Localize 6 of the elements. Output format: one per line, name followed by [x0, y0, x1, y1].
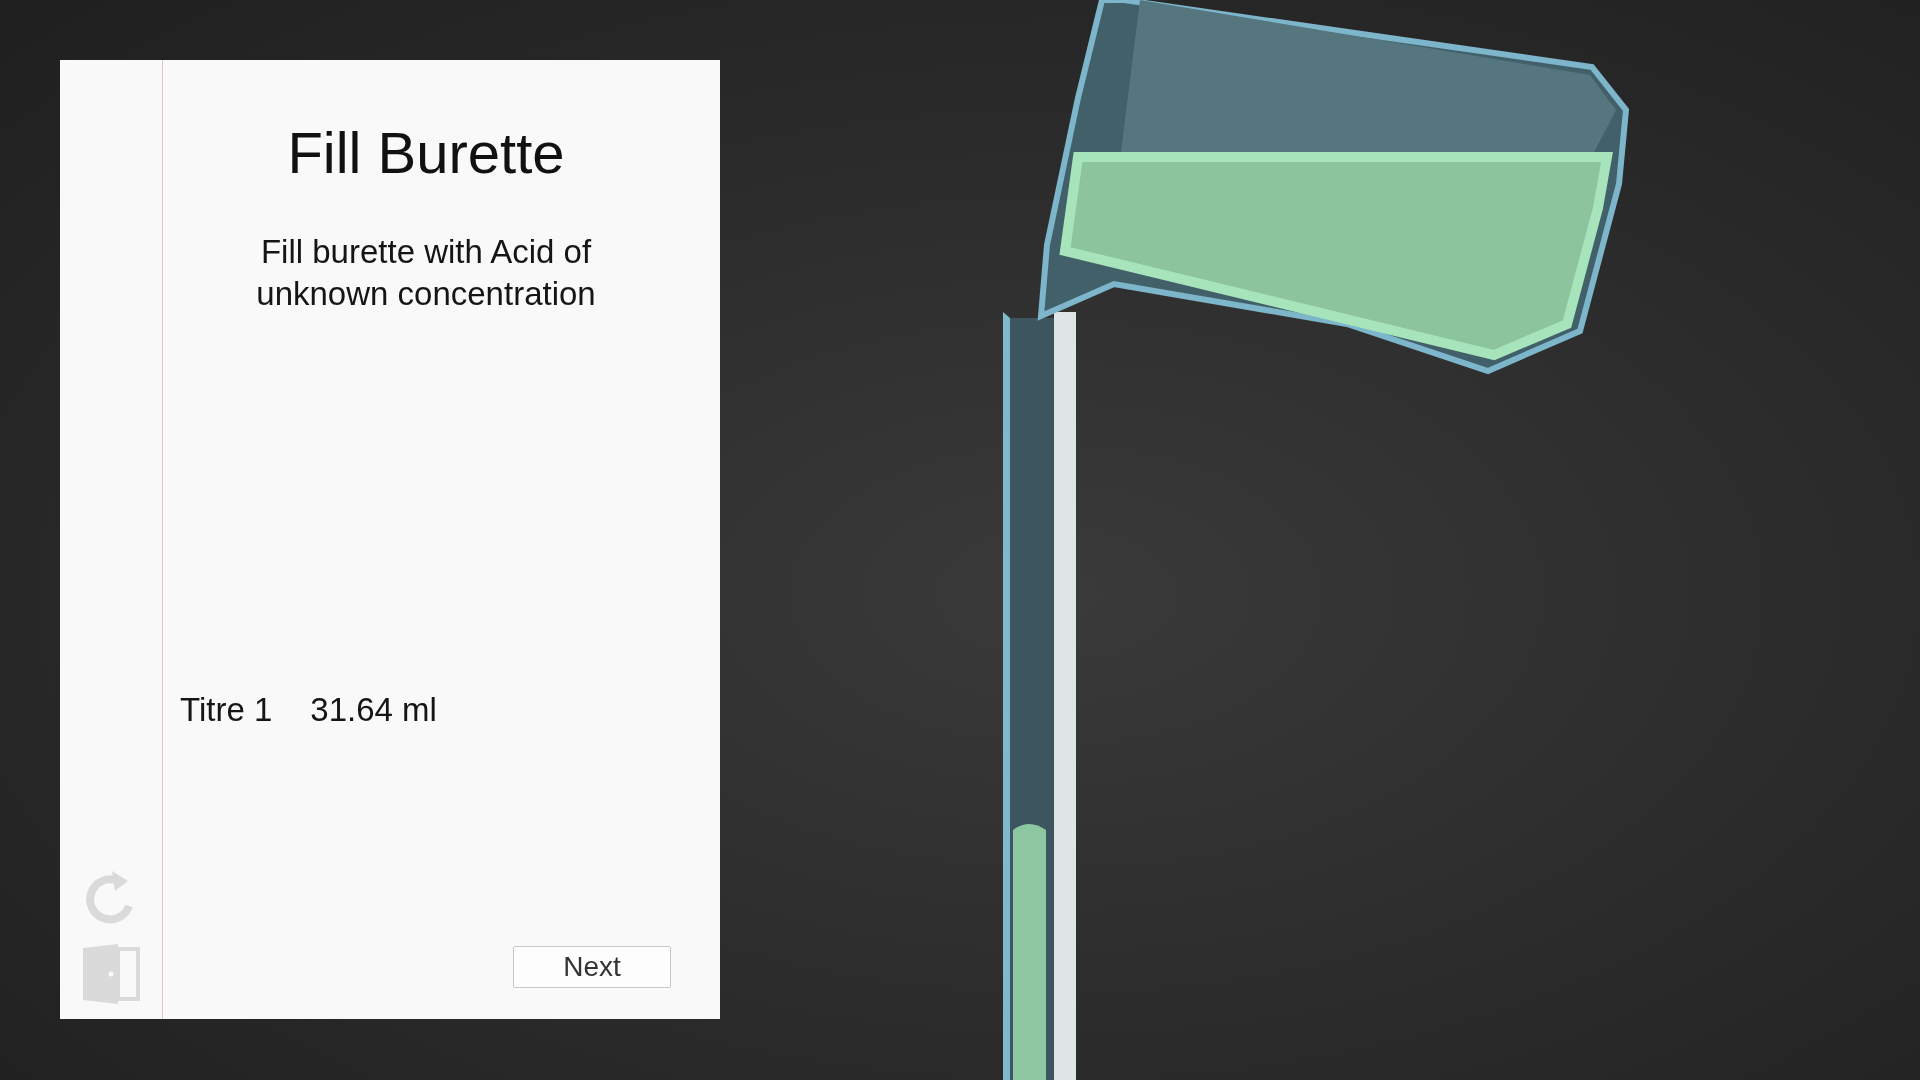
page-title: Fill Burette	[286, 119, 566, 187]
instruction-text: Fill burette with Acid of unknown concentration	[255, 232, 597, 314]
door-icon[interactable]	[82, 944, 140, 1004]
titre-label: Titre 1	[180, 690, 273, 730]
next-button[interactable]: Next	[513, 946, 671, 988]
titre-value: 31.64 ml	[310, 690, 437, 730]
